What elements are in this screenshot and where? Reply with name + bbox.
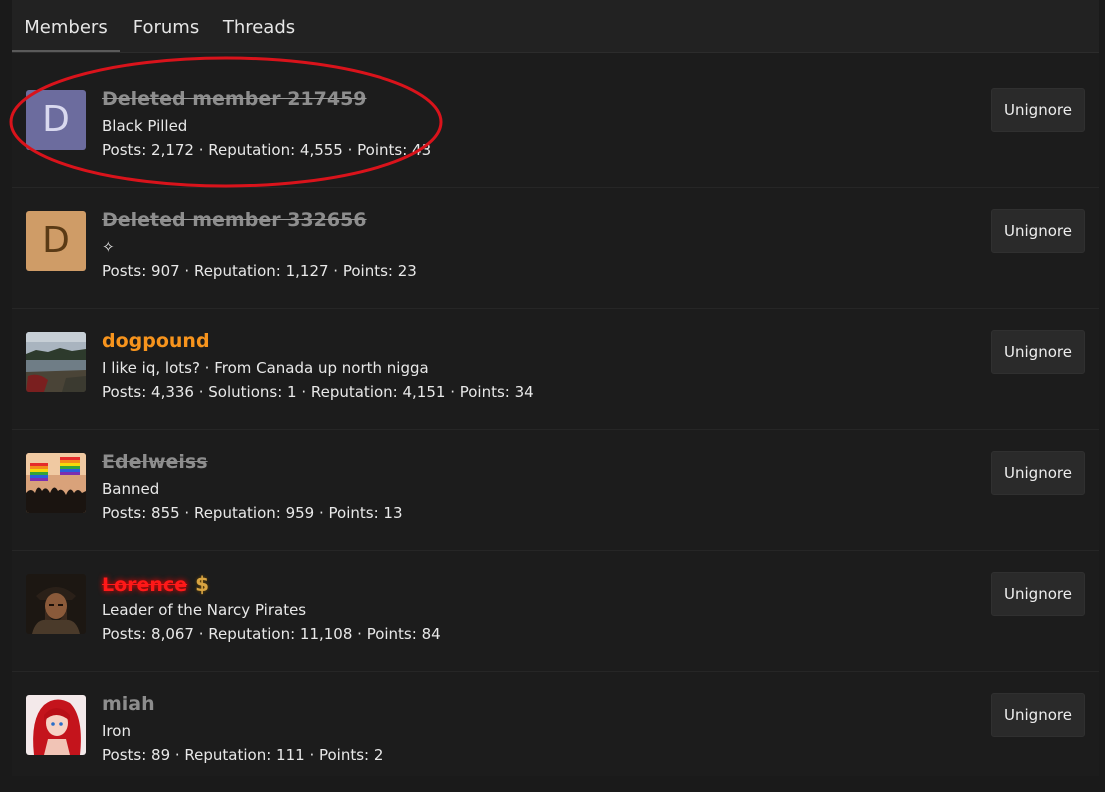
unignore-button[interactable]: Unignore (991, 330, 1085, 374)
member-name[interactable]: miah (102, 693, 155, 715)
member-name[interactable]: Deleted member 217459 (102, 88, 367, 110)
member-stats: Posts: 89 · Reputation: 111 · Points: 2 (102, 746, 384, 764)
member-row: D Deleted member 217459 Black Pilled Pos… (12, 66, 1099, 188)
unignore-button[interactable]: Unignore (991, 572, 1085, 616)
unignore-button[interactable]: Unignore (991, 451, 1085, 495)
member-stats: Posts: 907 · Reputation: 1,127 · Points:… (102, 262, 417, 280)
member-title: ✧ (102, 238, 115, 256)
tab-members[interactable]: Members (12, 0, 120, 52)
ignored-members-panel: Members Forums Threads D Deleted member … (12, 0, 1099, 776)
member-name[interactable]: dogpound (102, 330, 210, 352)
unignore-button[interactable]: Unignore (991, 209, 1085, 253)
avatar[interactable]: D (26, 90, 86, 150)
member-stats: Posts: 8,067 · Reputation: 11,108 · Poin… (102, 625, 441, 643)
tab-bar: Members Forums Threads (12, 0, 1099, 53)
member-name[interactable]: Edelweiss (102, 451, 208, 473)
dollar-badge-icon: $ (195, 572, 210, 596)
member-name[interactable]: Lorence $ (102, 572, 209, 596)
member-stats: Posts: 4,336 · Solutions: 1 · Reputation… (102, 383, 534, 401)
avatar[interactable] (26, 574, 86, 634)
member-stats: Posts: 2,172 · Reputation: 4,555 · Point… (102, 141, 432, 159)
member-row: Lorence $ Leader of the Narcy Pirates Pos… (12, 550, 1099, 672)
member-name-text[interactable]: Lorence (102, 574, 187, 596)
avatar[interactable] (26, 332, 86, 392)
member-stats: Posts: 855 · Reputation: 959 · Points: 1… (102, 504, 403, 522)
member-row: miah Iron Posts: 89 · Reputation: 111 · … (12, 671, 1099, 792)
pirate-avatar-image (26, 574, 86, 634)
member-title: Black Pilled (102, 117, 188, 135)
avatar[interactable] (26, 453, 86, 513)
member-name[interactable]: Deleted member 332656 (102, 209, 367, 231)
member-row: D Deleted member 332656 ✧ Posts: 907 · R… (12, 187, 1099, 309)
tab-threads[interactable]: Threads (219, 0, 299, 52)
member-title: Leader of the Narcy Pirates (102, 601, 307, 619)
member-title: Banned (102, 480, 160, 498)
unignore-button[interactable]: Unignore (991, 693, 1085, 737)
member-row: dogpound I like iq, lots? · From Canada … (12, 308, 1099, 430)
flags-crowd-avatar-image (26, 453, 86, 513)
lake-landscape-avatar-image (26, 332, 86, 392)
member-title: I like iq, lots? · From Canada up north … (102, 359, 429, 377)
avatar[interactable]: D (26, 211, 86, 271)
tab-forums[interactable]: Forums (126, 0, 206, 52)
member-row: Edelweiss Banned Posts: 855 · Reputation… (12, 429, 1099, 551)
member-title: Iron (102, 722, 131, 740)
avatar[interactable] (26, 695, 86, 755)
unignore-button[interactable]: Unignore (991, 88, 1085, 132)
anime-redhair-avatar-image (26, 695, 86, 755)
